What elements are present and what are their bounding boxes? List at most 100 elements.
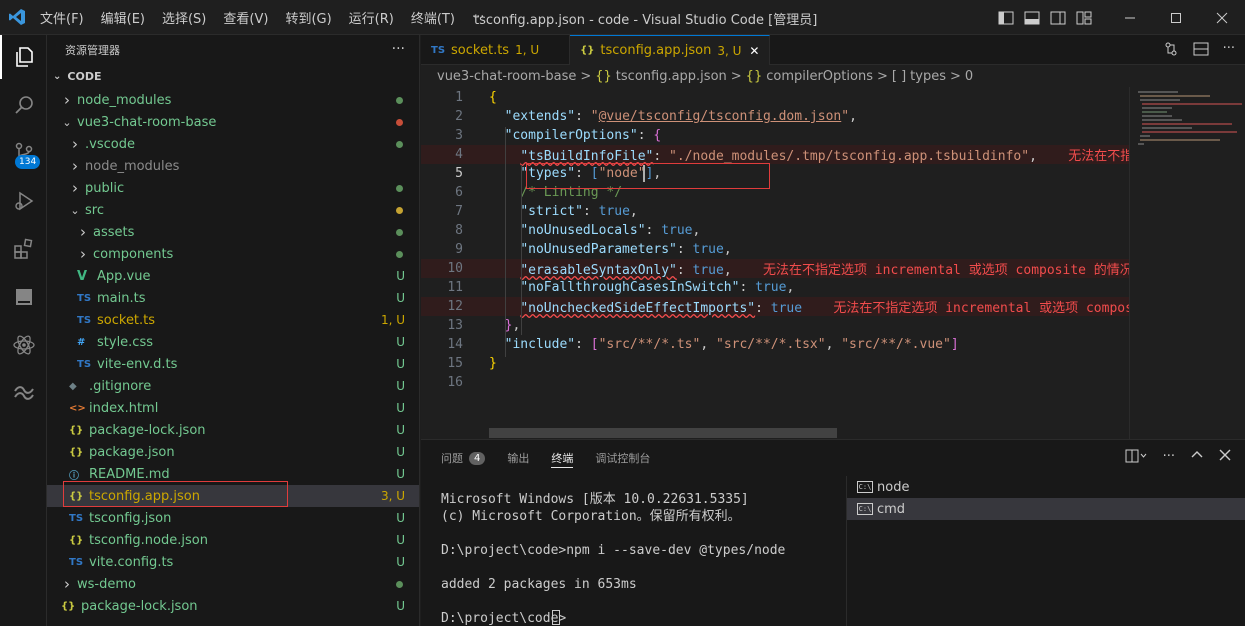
breadcrumb-item[interactable]: vue3-chat-room-base — [437, 69, 576, 84]
toggle-sidebar-icon[interactable] — [993, 5, 1019, 31]
tree-item[interactable]: › ws-demo — [47, 573, 419, 595]
breadcrumb-item[interactable]: {} — [595, 69, 612, 84]
breadcrumb-item: > — [949, 68, 961, 84]
workspace-section-header[interactable]: ⌄ CODE — [47, 65, 419, 87]
toggle-secondary-sidebar-icon[interactable] — [1045, 5, 1071, 31]
tree-item[interactable]: › .vscode — [47, 133, 419, 155]
tree-item[interactable]: V App.vue U — [47, 265, 419, 287]
menu-item-4[interactable]: 转到(G) — [285, 8, 331, 27]
git-status-badge: U — [396, 445, 405, 459]
terminal-output[interactable]: Microsoft Windows [版本 10.0.22631.5335] (… — [441, 491, 785, 626]
panel-tab-label: 终端 — [551, 452, 574, 465]
tree-item[interactable]: TS main.ts U — [47, 287, 419, 309]
file-type-icon: TS — [77, 292, 92, 304]
tree-item[interactable]: TS vite.config.ts U — [47, 551, 419, 573]
menu-item-3[interactable]: 查看(V) — [223, 8, 268, 27]
split-editor-icon[interactable] — [1193, 41, 1209, 61]
tree-item[interactable]: {} package-lock.json U — [47, 419, 419, 441]
panel-tab[interactable]: 终端 — [551, 440, 574, 476]
breadcrumb-item[interactable]: tsconfig.app.json — [616, 69, 727, 84]
line-number: 8 — [455, 223, 463, 238]
terminal-list-item[interactable]: C:\ node — [847, 476, 1245, 498]
toggle-panel-icon[interactable] — [1019, 5, 1045, 31]
breadcrumb-item[interactable]: types — [910, 69, 946, 84]
code-text: "strict": true, — [520, 204, 638, 219]
tree-item[interactable]: › assets — [47, 221, 419, 243]
split-terminal-icon[interactable] — [1125, 449, 1147, 467]
editor-group: TS socket.ts 1, U{} tsconfig.app.json 3, U ✕ … — [421, 35, 1245, 439]
source-control-icon[interactable]: 134 — [0, 131, 47, 175]
tree-item[interactable]: TS vite-env.d.ts U — [47, 353, 419, 375]
menu-item-2[interactable]: 选择(S) — [162, 8, 206, 27]
panel-tab[interactable]: 问题 4 — [441, 440, 486, 476]
menu-item-1[interactable]: 编辑(E) — [101, 8, 145, 27]
line-number: 3 — [455, 128, 463, 143]
minimap[interactable] — [1129, 87, 1245, 439]
problems-count-badge: 4 — [469, 451, 486, 465]
explorer-more-button[interactable]: ··· — [392, 41, 405, 57]
tree-item[interactable]: › components — [47, 243, 419, 265]
breadcrumb-item[interactable]: {} — [746, 69, 763, 84]
menu-item-5[interactable]: 运行(R) — [349, 8, 394, 27]
tree-item-label: App.vue — [97, 268, 151, 284]
tree-item[interactable]: ⌄ vue3-chat-room-base — [47, 111, 419, 133]
terminal-list-item[interactable]: C:\ cmd — [847, 498, 1245, 520]
close-window-button[interactable] — [1199, 0, 1245, 35]
tree-item[interactable]: TS tsconfig.json U — [47, 507, 419, 529]
maximize-panel-icon[interactable] — [1191, 449, 1203, 467]
tree-item[interactable]: <> index.html U — [47, 397, 419, 419]
react-icon[interactable] — [0, 323, 47, 367]
close-panel-icon[interactable] — [1219, 449, 1231, 467]
run-debug-icon[interactable] — [0, 179, 47, 223]
horizontal-scrollbar[interactable] — [489, 428, 837, 438]
tree-item[interactable]: ⌄ src — [47, 199, 419, 221]
breadcrumb-item[interactable]: [ ] — [892, 69, 906, 84]
open-changes-icon[interactable] — [1163, 41, 1179, 61]
tree-item[interactable]: ◆ .gitignore U — [47, 375, 419, 397]
tree-item[interactable]: › public — [47, 177, 419, 199]
highlight-box-file — [63, 481, 288, 507]
tailwind-icon[interactable] — [0, 371, 47, 415]
search-icon[interactable] — [0, 83, 47, 127]
menu-item-6[interactable]: 终端(T) — [411, 8, 455, 27]
tree-item[interactable]: {} tsconfig.node.json U — [47, 529, 419, 551]
breadcrumb-item[interactable]: 0 — [965, 69, 973, 84]
line-number: 1 — [455, 90, 463, 105]
tree-item[interactable]: TS socket.ts 1, U — [47, 309, 419, 331]
terminal-list: C:\ node C:\ cmd — [846, 476, 1245, 626]
code-text: "tsBuildInfoFile": "./node_modules/.tmp/… — [520, 149, 1129, 164]
tree-item[interactable]: › node_modules — [47, 155, 419, 177]
close-tab-icon[interactable]: ✕ — [749, 44, 759, 58]
customize-layout-icon[interactable] — [1071, 5, 1097, 31]
tree-item[interactable]: # style.css U — [47, 331, 419, 353]
panel-more-icon[interactable]: ··· — [1163, 449, 1175, 467]
minimize-button[interactable] — [1107, 0, 1153, 35]
extensions-icon[interactable] — [0, 227, 47, 271]
explorer-title: 资源管理器 — [65, 44, 120, 57]
editor-tab[interactable]: TS socket.ts 1, U — [421, 35, 571, 65]
code-editor[interactable]: 1{2 "extends": "@vue/tsconfig/tsconfig.d… — [421, 87, 1129, 417]
git-status-dot — [396, 97, 403, 104]
maximize-button[interactable] — [1153, 0, 1199, 35]
line-number: 10 — [447, 261, 463, 276]
terminal-name: cmd — [877, 501, 906, 517]
code-line: 8 "noUnusedLocals": true, — [421, 221, 1129, 240]
line-number: 15 — [447, 356, 463, 371]
panel-tab[interactable]: 输出 — [507, 440, 529, 476]
remote-explorer-icon[interactable] — [0, 275, 47, 319]
tree-item-label: .gitignore — [89, 378, 152, 394]
menu-item-0[interactable]: 文件(F) — [40, 8, 84, 27]
tree-item[interactable]: › node_modules — [47, 89, 419, 111]
line-number: 2 — [455, 109, 463, 124]
git-status-badge: U — [396, 511, 405, 525]
explorer-icon[interactable] — [0, 35, 47, 79]
panel-tab[interactable]: 调试控制台 — [595, 440, 650, 476]
editor-tab[interactable]: {} tsconfig.app.json 3, U ✕ — [570, 35, 771, 65]
tree-item[interactable]: {} package-lock.json U — [47, 595, 419, 617]
breadcrumb-item[interactable]: compilerOptions — [766, 69, 873, 84]
editor-more-icon[interactable]: ··· — [1223, 41, 1235, 61]
panel-tab-label: 问题 — [441, 452, 463, 465]
tree-item[interactable]: {} package.json U — [47, 441, 419, 463]
git-status-badge: U — [396, 423, 405, 437]
git-status-badge: 3, U — [380, 489, 405, 503]
